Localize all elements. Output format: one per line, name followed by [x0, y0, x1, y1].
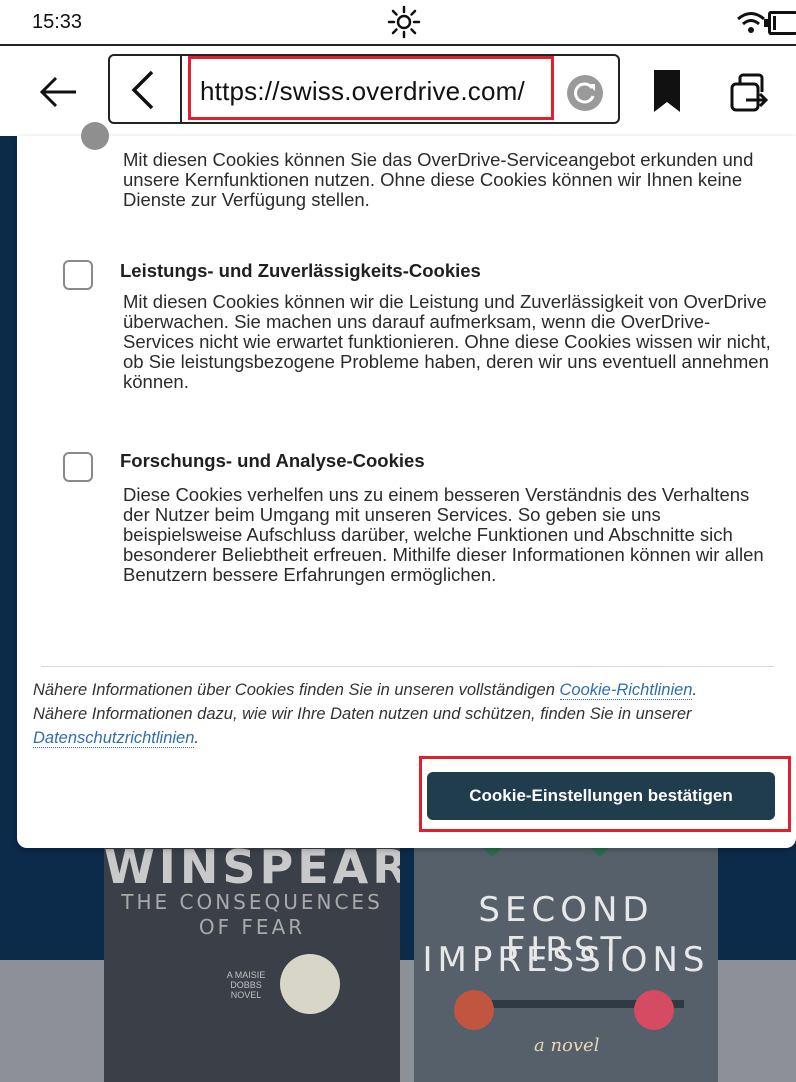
- info-text-after: .: [194, 729, 200, 747]
- modal-divider: [41, 666, 774, 667]
- reload-icon[interactable]: [566, 74, 604, 112]
- browser-toolbar: https://swiss.overdrive.com/: [0, 46, 796, 136]
- privacy-policy-link[interactable]: Datenschutzrichtlinien: [33, 729, 195, 748]
- book2-title-line2: IMPRESSIONS: [422, 940, 710, 980]
- analytics-cookies-description: Diese Cookies verhelfen uns zu einem bes…: [123, 484, 764, 585]
- person-illustration-1: [454, 990, 494, 1030]
- brightness-icon[interactable]: [386, 4, 422, 40]
- status-time: 15:33: [32, 11, 83, 33]
- cookie-policy-link[interactable]: Cookie-Richtlinien: [559, 681, 693, 700]
- chevron-left-icon[interactable]: [122, 70, 166, 110]
- cookie-settings-dialog: Mit diesen Cookies können Sie das OverDr…: [17, 122, 796, 848]
- address-divider: [180, 56, 182, 122]
- wifi-icon: [737, 12, 765, 33]
- book1-title-line1: THE CONSEQUENCES: [121, 890, 383, 914]
- performance-cookies-description: Mit diesen Cookies können wir die Leistu…: [123, 291, 771, 392]
- essential-cookies-description: Mit diesen Cookies können Sie das OverDr…: [123, 149, 754, 210]
- sync-tabs-icon[interactable]: [726, 70, 772, 116]
- analytics-cookies-checkbox[interactable]: [63, 452, 93, 482]
- performance-cookies-checkbox[interactable]: [63, 260, 93, 290]
- person-illustration-2: [634, 990, 674, 1030]
- book1-author: WINSPEAR: [104, 840, 400, 894]
- confirm-cookie-settings-button[interactable]: Cookie-Einstellungen bestätigen: [427, 772, 775, 820]
- essential-cookies-toggle[interactable]: [81, 122, 109, 150]
- url-input[interactable]: https://swiss.overdrive.com/: [200, 76, 525, 107]
- bookmark-icon[interactable]: [652, 68, 682, 114]
- book1-title-line2: OF FEAR: [198, 915, 306, 939]
- book1-tag: A MAISIE DOBBS NOVEL: [226, 970, 266, 1000]
- performance-cookies-title: Leistungs- und Zuverlässigkeits-Cookies: [120, 260, 481, 281]
- book2-tag: a novel: [534, 1035, 600, 1056]
- moon-illustration: [280, 954, 340, 1014]
- battery-icon: [764, 11, 796, 35]
- back-arrow-icon[interactable]: [38, 72, 78, 112]
- analytics-cookies-title: Forschungs- und Analyse-Cookies: [120, 450, 425, 471]
- info-text-before: Nähere Informationen über Cookies finden…: [33, 681, 560, 699]
- status-bar: 15:33: [0, 0, 796, 46]
- cookie-info-text: Nähere Informationen über Cookies finden…: [33, 678, 753, 750]
